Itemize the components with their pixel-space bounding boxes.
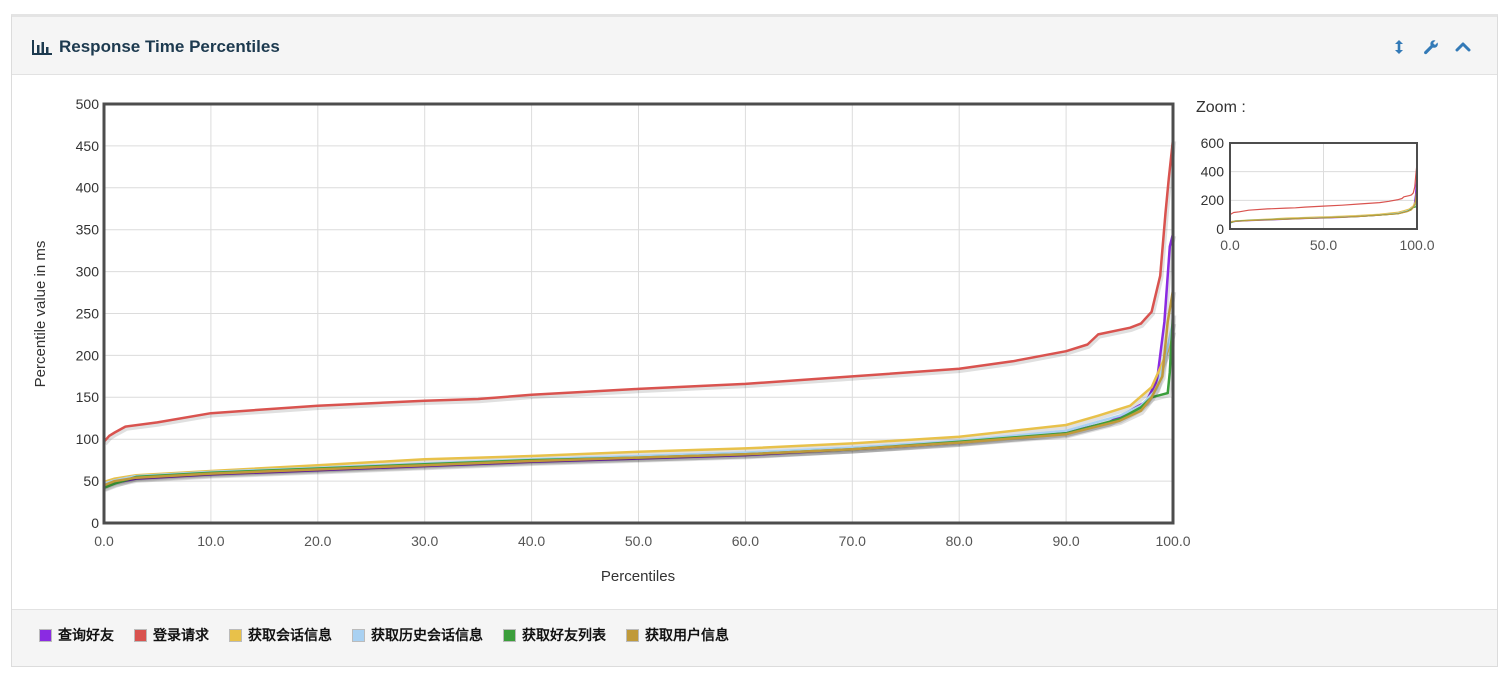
panel-heading: Response Time Percentiles xyxy=(12,17,1497,75)
x-tick-label: 100.0 xyxy=(1155,533,1190,549)
y-tick-label: 200 xyxy=(1201,192,1225,208)
panel-title: Response Time Percentiles xyxy=(32,37,280,57)
y-tick-label: 250 xyxy=(76,305,100,321)
legend-swatch xyxy=(352,628,365,642)
x-tick-label: 60.0 xyxy=(732,533,759,549)
y-tick-label: 100 xyxy=(76,431,100,447)
legend-item[interactable]: 获取用户信息 xyxy=(626,625,729,645)
x-tick-label: 100.0 xyxy=(1399,237,1434,253)
zoom-y-tick-labels: 0 200 400 600 xyxy=(1201,135,1225,237)
x-tick-label: 30.0 xyxy=(411,533,438,549)
y-tick-label: 350 xyxy=(76,222,100,238)
chart-area: 0 50 100 150 200 250 300 350 400 450 500 0.0 10.0 20… xyxy=(12,77,1497,612)
wrench-icon[interactable] xyxy=(1423,39,1439,55)
y-tick-label: 500 xyxy=(76,96,100,112)
legend-swatch xyxy=(626,628,639,642)
x-axis-title: Percentiles xyxy=(601,568,675,585)
series-shadow xyxy=(103,140,1177,446)
legend-item[interactable]: 获取好友列表 xyxy=(503,625,606,645)
resize-vertical-icon[interactable] xyxy=(1391,39,1407,55)
y-tick-label: 450 xyxy=(76,138,100,154)
y-tick-label: 0 xyxy=(91,515,99,531)
panel-tools xyxy=(1391,39,1471,55)
bar-chart-icon xyxy=(32,40,52,55)
legend-swatch xyxy=(503,628,516,642)
legend-swatch xyxy=(134,628,147,642)
y-axis-title: Percentile value in ms xyxy=(32,241,49,388)
zoom-x-tick-labels: 0.0 50.0 100.0 xyxy=(1220,237,1434,253)
zoom-label: Zoom : xyxy=(1196,99,1246,116)
main-x-tick-labels: 0.0 10.0 20.0 30.0 40.0 50.0 60.0 70.0 80.0 90.0 1… xyxy=(94,533,1190,549)
legend-label: 登录请求 xyxy=(153,627,209,643)
legend-item[interactable]: 登录请求 xyxy=(134,625,209,645)
y-tick-label: 200 xyxy=(76,347,100,363)
zoom-gridlines xyxy=(1229,142,1418,230)
legend-item[interactable]: 获取会话信息 xyxy=(229,625,332,645)
x-tick-label: 0.0 xyxy=(1220,237,1240,253)
legend-swatch xyxy=(229,628,242,642)
y-tick-label: 400 xyxy=(1201,164,1225,180)
y-tick-label: 300 xyxy=(76,264,100,280)
y-tick-label: 600 xyxy=(1201,135,1225,151)
x-tick-label: 0.0 xyxy=(94,533,114,549)
series-shadow xyxy=(104,315,1177,492)
x-tick-label: 40.0 xyxy=(518,533,545,549)
y-tick-label: 400 xyxy=(76,180,100,196)
legend-item[interactable]: 查询好友 xyxy=(39,625,114,645)
panel-title-text: Response Time Percentiles xyxy=(59,37,280,56)
legend-label: 获取会话信息 xyxy=(248,627,332,643)
legend-item[interactable]: 获取历史会话信息 xyxy=(352,625,483,645)
legend: 查询好友 登录请求 获取会话信息 获取历史会话信息 获取好友列表 获取用户信息 xyxy=(39,625,729,645)
response-time-percentiles-panel: Response Time Percentiles 0 50 100 150 200 25… xyxy=(11,14,1498,667)
legend-label: 获取历史会话信息 xyxy=(371,627,483,643)
x-tick-label: 70.0 xyxy=(839,533,866,549)
y-tick-label: 150 xyxy=(76,389,100,405)
x-tick-label: 20.0 xyxy=(304,533,331,549)
x-tick-label: 10.0 xyxy=(197,533,224,549)
y-tick-label: 50 xyxy=(83,473,99,489)
x-tick-label: 80.0 xyxy=(946,533,973,549)
chevron-up-icon[interactable] xyxy=(1455,39,1471,55)
y-tick-label: 0 xyxy=(1216,221,1224,237)
main-y-tick-labels: 0 50 100 150 200 250 300 350 400 450 500 xyxy=(76,96,100,531)
percentile-chart[interactable]: 0 50 100 150 200 250 300 350 400 450 500 0.0 10.0 20… xyxy=(12,77,1497,612)
legend-swatch xyxy=(39,628,52,642)
legend-label: 查询好友 xyxy=(58,627,114,643)
x-tick-label: 90.0 xyxy=(1052,533,1079,549)
legend-bar: 查询好友 登录请求 获取会话信息 获取历史会话信息 获取好友列表 获取用户信息 xyxy=(12,609,1497,666)
x-tick-label: 50.0 xyxy=(1310,237,1337,253)
legend-label: 获取好友列表 xyxy=(522,627,606,643)
x-tick-label: 50.0 xyxy=(625,533,652,549)
legend-label: 获取用户信息 xyxy=(645,627,729,643)
